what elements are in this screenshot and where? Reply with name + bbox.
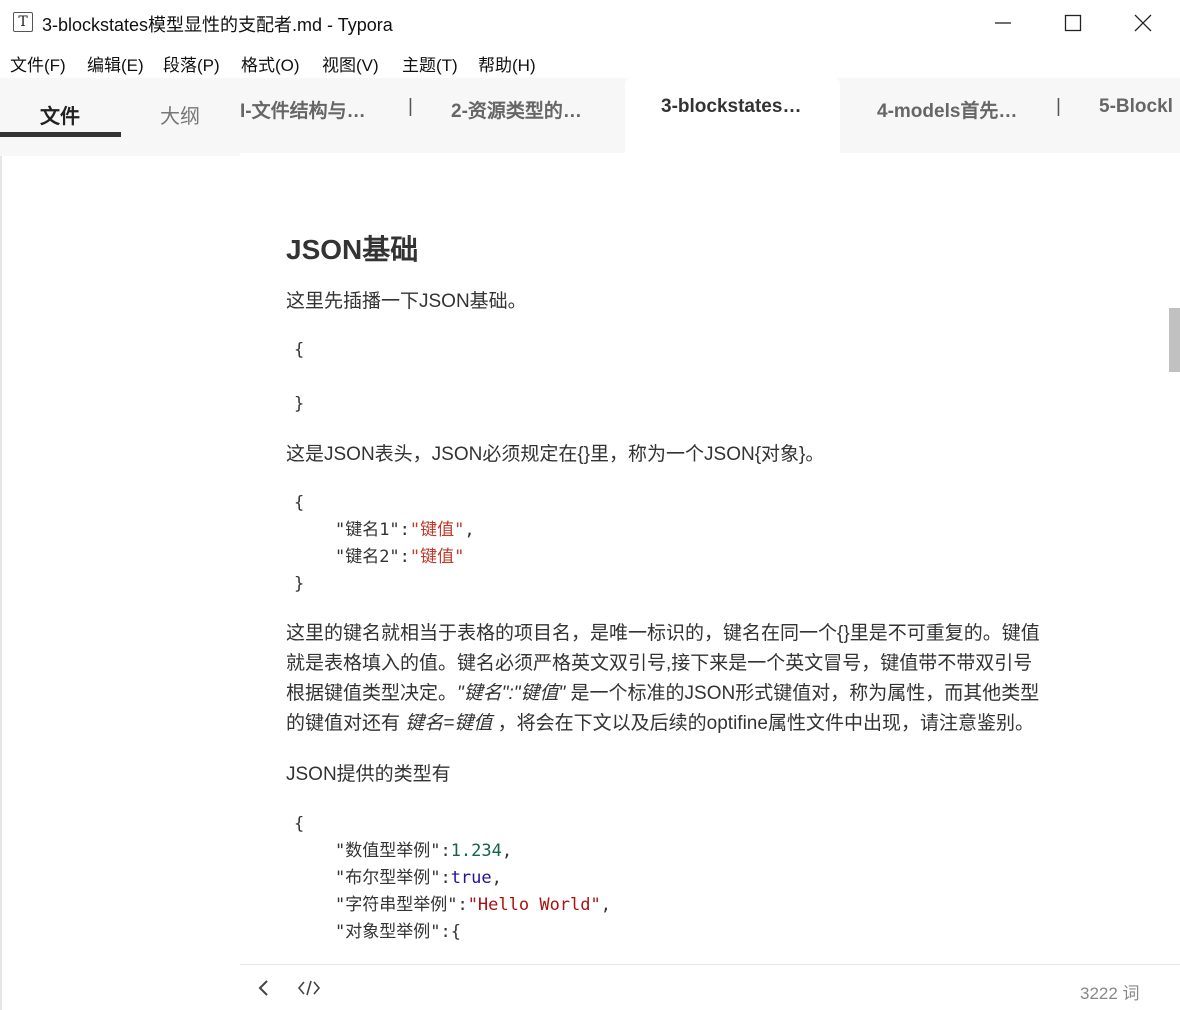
- menu-format[interactable]: 格式(O): [241, 51, 300, 76]
- paragraph: 的键值对还有 键名=键值 ，将会在下文以及后续的optifine属性文件中出现，…: [286, 713, 1034, 734]
- active-tab-indicator: [0, 132, 121, 137]
- file-tab-4[interactable]: 4-models首先…: [877, 96, 1017, 123]
- paragraph: JSON提供的类型有: [286, 764, 451, 785]
- minimize-icon: [995, 22, 1011, 24]
- file-tab-1[interactable]: I-文件结构与…: [240, 96, 366, 123]
- file-tab-5[interactable]: 5-Blockl: [1099, 96, 1173, 118]
- sidebar-header: 文件 大纲: [0, 78, 240, 156]
- word-count[interactable]: 3222 词: [1080, 979, 1140, 1004]
- paragraph: 这是JSON表头，JSON必须规定在{}里，称为一个JSON{对象}。: [286, 444, 825, 465]
- paragraph: 根据键值类型决定。"键名":"键值" 是一个标准的JSON形式键值对，称为属性，…: [286, 683, 1040, 704]
- close-icon: [1134, 14, 1152, 32]
- paragraph: 这里的键名就相当于表格的项目名，是唯一标识的，键名在同一个{}里是不可重复的。键…: [286, 623, 1040, 644]
- menu-help[interactable]: 帮助(H): [478, 51, 536, 76]
- section-heading: JSON基础: [286, 234, 419, 265]
- source-code-mode-button[interactable]: [297, 978, 321, 1003]
- menu-file[interactable]: 文件(F): [10, 51, 66, 76]
- file-tab-3[interactable]: 3-blockstates…: [661, 96, 801, 118]
- maximize-icon: [1064, 14, 1082, 32]
- menu-edit[interactable]: 编辑(E): [87, 51, 144, 76]
- code-icon: [297, 980, 321, 996]
- title-bar: T 3-blockstates模型显性的支配者.md - Typora: [0, 0, 1180, 44]
- menu-view[interactable]: 视图(V): [322, 51, 379, 76]
- tab-separator: |: [1056, 96, 1061, 117]
- paragraph: 这里先插播一下JSON基础。: [286, 291, 527, 312]
- maximize-button[interactable]: [1038, 0, 1108, 44]
- sidebar-tab-outline[interactable]: 大纲: [160, 100, 200, 129]
- minimize-button[interactable]: [968, 0, 1038, 44]
- menu-bar: 文件(F) 编辑(E) 段落(P) 格式(O) 视图(V) 主题(T) 帮助(H…: [0, 44, 1180, 78]
- tab-separator: |: [408, 96, 413, 117]
- paragraph: 就是表格填入的值。键名必须严格英文双引号,接下来是一个英文冒号，键值带不带双引号: [286, 653, 1033, 674]
- close-button[interactable]: [1108, 0, 1178, 44]
- editor-content[interactable]: JSON基础 这里先插播一下JSON基础。 { } 这是JSON表头，JSON必…: [286, 156, 1126, 964]
- typora-app-icon: T: [13, 12, 33, 32]
- menu-theme[interactable]: 主题(T): [402, 51, 458, 76]
- code-block: { "键名1":"键值", "键名2":"键值" }: [294, 493, 475, 594]
- chevron-left-icon: [258, 980, 268, 996]
- menu-paragraph[interactable]: 段落(P): [163, 51, 220, 76]
- sidebar-tab-files[interactable]: 文件: [40, 100, 80, 129]
- status-bar: 3222 词: [240, 964, 1180, 1010]
- code-block: { }: [294, 340, 305, 414]
- code-block: { "数值型举例":1.234, "布尔型举例":true, "字符串型举例":…: [294, 814, 611, 942]
- window-title: 3-blockstates模型显性的支配者.md - Typora: [42, 15, 393, 35]
- sidebar-edge: [0, 156, 2, 1010]
- scrollbar-thumb[interactable]: [1169, 308, 1180, 372]
- file-tab-bar: I-文件结构与… | 2-资源类型的… 3-blockstates… 4-mod…: [240, 78, 1180, 153]
- toggle-sidebar-button[interactable]: [256, 978, 272, 1003]
- file-tab-2[interactable]: 2-资源类型的…: [451, 96, 582, 123]
